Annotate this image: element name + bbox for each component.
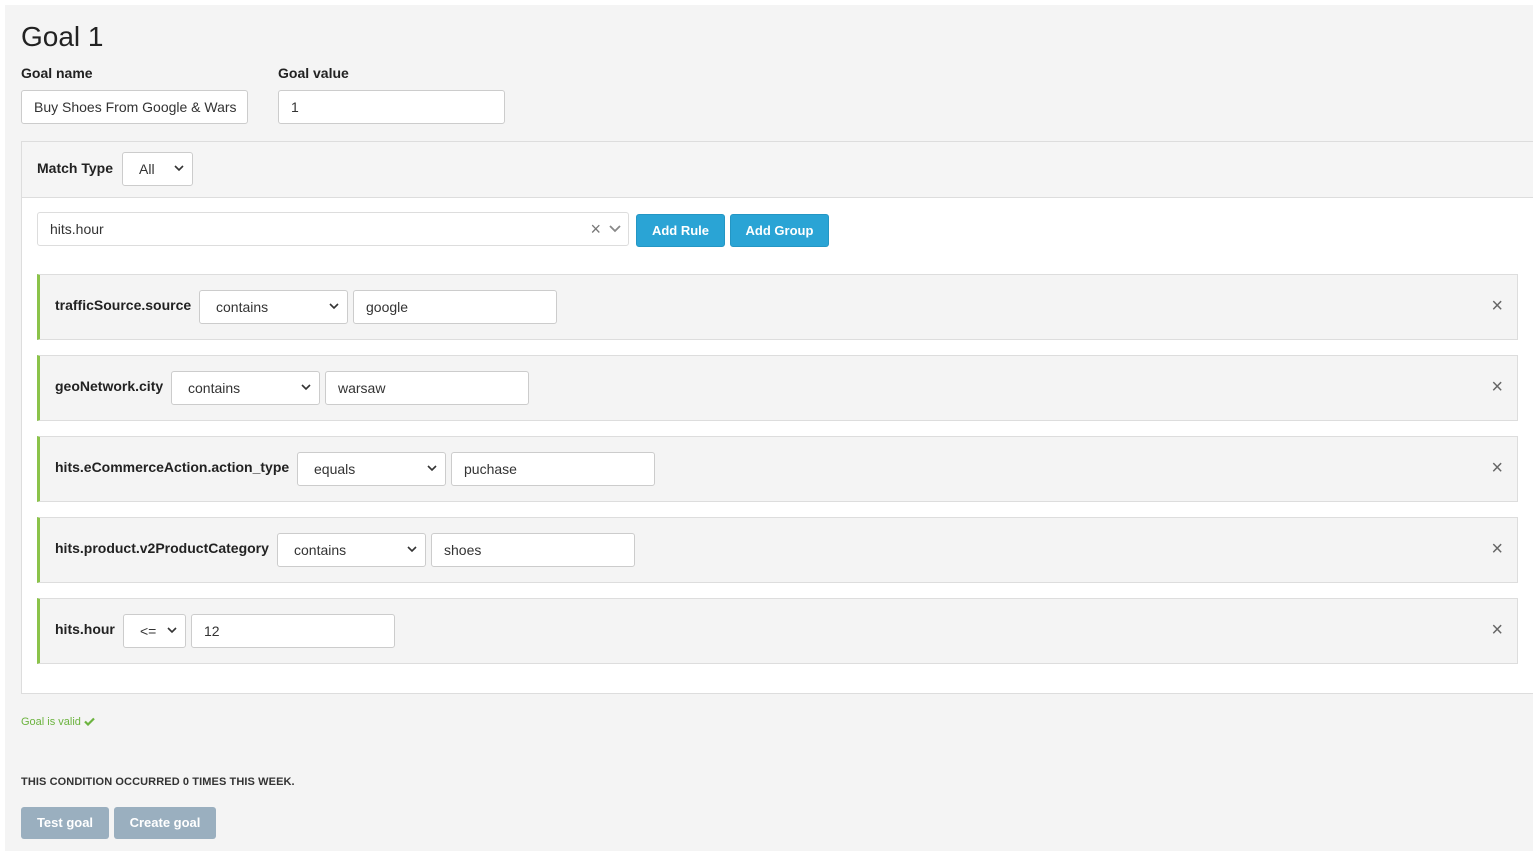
match-type-value: All (139, 161, 155, 177)
rule-operator-value: <= (140, 623, 157, 639)
goal-name-input[interactable]: Buy Shoes From Google & Wars (21, 90, 248, 124)
rule-value-input[interactable]: google (353, 290, 557, 324)
chevron-down-icon (407, 546, 417, 553)
chevron-down-icon (174, 165, 184, 172)
rule-row: hits.product.v2ProductCategory contains … (37, 517, 1518, 583)
rule-field-name: hits.hour (55, 621, 115, 637)
rule-field-name: trafficSource.source (55, 297, 192, 313)
rule-operator-value: contains (188, 380, 241, 396)
rule-row: trafficSource.source contains google × (37, 274, 1518, 340)
goal-valid-text: Goal is valid (21, 716, 81, 728)
rule-operator-select[interactable]: equals (297, 452, 446, 486)
rule-value-input[interactable]: shoes (431, 533, 635, 567)
check-icon (84, 717, 95, 727)
clear-icon[interactable]: × (590, 213, 601, 245)
field-picker[interactable]: hits.hour × (37, 212, 629, 246)
rule-row: geoNetwork.city contains warsaw × (37, 355, 1518, 421)
occurrence-text: THIS CONDITION OCCURRED 0 TIMES THIS WEE… (21, 776, 295, 788)
page-title: Goal 1 (21, 21, 104, 52)
match-type-label: Match Type (37, 160, 113, 176)
create-goal-button[interactable]: Create goal (114, 807, 216, 839)
goal-name-label: Goal name (21, 65, 93, 81)
rule-field-name: hits.product.v2ProductCategory (55, 540, 269, 556)
rule-value-input[interactable]: warsaw (325, 371, 529, 405)
goal-value-label: Goal value (278, 65, 349, 81)
remove-rule-icon[interactable]: × (1491, 295, 1503, 317)
rule-operator-value: equals (314, 461, 356, 477)
rule-operator-select[interactable]: contains (199, 290, 348, 324)
rule-row: hits.eCommerceAction.action_type equals … (37, 436, 1518, 502)
remove-rule-icon[interactable]: × (1491, 376, 1503, 398)
query-builder: Match Type All hits.hour × Add Rule Add … (21, 141, 1533, 694)
chevron-down-icon[interactable] (609, 224, 621, 234)
rule-value-input[interactable]: puchase (451, 452, 655, 486)
add-rule-button[interactable]: Add Rule (636, 214, 725, 247)
rule-field-name: hits.eCommerceAction.action_type (55, 459, 290, 475)
remove-rule-icon[interactable]: × (1491, 457, 1503, 479)
rule-row: hits.hour <= 12 × (37, 598, 1518, 664)
chevron-down-icon (167, 627, 177, 634)
rule-value-input[interactable]: 12 (191, 614, 395, 648)
field-picker-value: hits.hour (50, 221, 104, 237)
match-type-select[interactable]: All (122, 152, 193, 186)
rule-operator-value: contains (216, 299, 269, 315)
rule-operator-select[interactable]: contains (277, 533, 426, 567)
rule-operator-value: contains (294, 542, 347, 558)
remove-rule-icon[interactable]: × (1491, 538, 1503, 560)
remove-rule-icon[interactable]: × (1491, 619, 1503, 641)
chevron-down-icon (329, 303, 339, 310)
add-group-button[interactable]: Add Group (730, 214, 829, 247)
chevron-down-icon (301, 384, 311, 391)
goal-value-input[interactable]: 1 (278, 90, 505, 124)
goal-page: Goal 1 Goal name Buy Shoes From Google &… (5, 5, 1533, 851)
rule-operator-select[interactable]: contains (171, 371, 320, 405)
goal-valid-status: Goal is valid (21, 716, 95, 728)
rule-operator-select[interactable]: <= (123, 614, 186, 648)
chevron-down-icon (427, 465, 437, 472)
builder-header: Match Type All (22, 142, 1533, 198)
rule-field-name: geoNetwork.city (55, 378, 164, 394)
test-goal-button[interactable]: Test goal (21, 807, 109, 839)
